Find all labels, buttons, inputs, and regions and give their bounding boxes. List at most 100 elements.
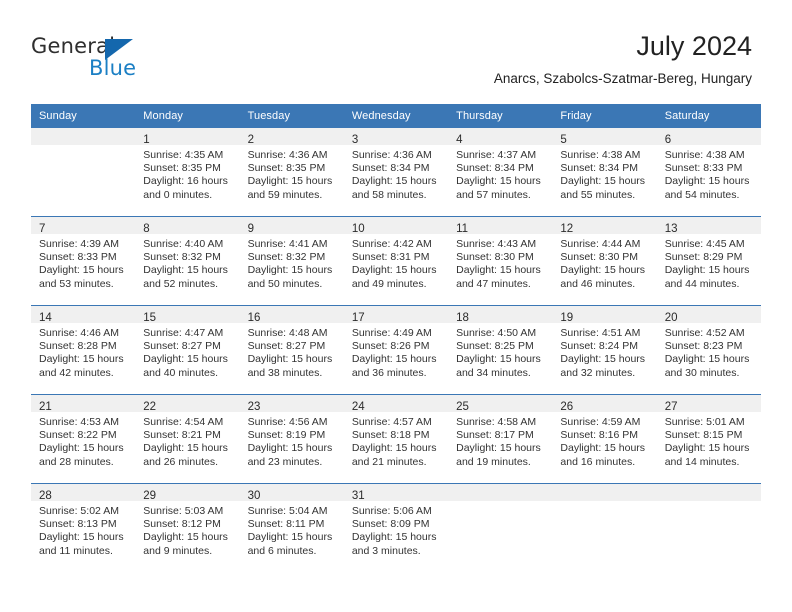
day-details: Sunrise: 4:50 AM Sunset: 8:25 PM Daylight:… <box>448 323 552 380</box>
day-number-band: 11 <box>448 217 553 235</box>
day-details: Sunrise: 5:01 AM Sunset: 8:15 PM Daylight:… <box>657 412 761 469</box>
sunset-text: Sunset: 8:29 PM <box>664 251 743 264</box>
day-cell-inner: 13 Sunrise: 4:45 AM Sunset: 8:29 PM Dayligh… <box>656 217 761 305</box>
day-number-band: 12 <box>552 217 657 235</box>
calendar-day-cell[interactable]: 26 Sunrise: 4:59 AM Sunset: 8:16 PM Dayligh… <box>552 394 657 484</box>
calendar-day-cell[interactable]: 9 Sunrise: 4:41 AM Sunset: 8:32 PM Daylight… <box>239 216 344 306</box>
daylight-text-line1: Daylight: 15 hours <box>560 264 646 277</box>
calendar-day-cell[interactable]: 17 Sunrise: 4:49 AM Sunset: 8:26 PM Dayligh… <box>343 305 449 395</box>
day-number: 14 <box>39 312 52 324</box>
day-cell-inner: 2 Sunrise: 4:36 AM Sunset: 8:35 PM Daylight… <box>239 128 344 216</box>
day-details: Sunrise: 4:59 AM Sunset: 8:16 PM Daylight:… <box>552 412 656 469</box>
day-cell-inner: 18 Sunrise: 4:50 AM Sunset: 8:25 PM Dayligh… <box>448 306 553 394</box>
day-cell-inner: 23 Sunrise: 4:56 AM Sunset: 8:19 PM Dayligh… <box>239 395 344 483</box>
daylight-text-line1: Daylight: 15 hours <box>247 442 333 455</box>
calendar-day-cell[interactable]: 22 Sunrise: 4:54 AM Sunset: 8:21 PM Dayligh… <box>135 394 240 484</box>
sunset-text: Sunset: 8:18 PM <box>351 429 430 442</box>
sunrise-text: Sunrise: 5:03 AM <box>143 505 224 517</box>
daylight-text-line2: and 52 minutes. <box>143 277 218 290</box>
calendar-day-cell[interactable]: 23 Sunrise: 4:56 AM Sunset: 8:19 PM Dayligh… <box>239 394 344 484</box>
sunset-text: Sunset: 8:35 PM <box>247 162 326 175</box>
calendar-day-cell[interactable]: 28 Sunrise: 5:02 AM Sunset: 8:13 PM Dayligh… <box>31 483 136 572</box>
calendar-day-cell[interactable]: 21 Sunrise: 4:53 AM Sunset: 8:22 PM Dayligh… <box>31 394 136 484</box>
day-number: 15 <box>143 312 157 324</box>
calendar-day-cell[interactable]: 11 Sunrise: 4:43 AM Sunset: 8:30 PM Dayligh… <box>448 216 553 306</box>
daylight-text-line1: Daylight: 15 hours <box>456 264 541 277</box>
day-cell-inner: 4 Sunrise: 4:37 AM Sunset: 8:34 PM Daylight… <box>448 128 553 216</box>
day-number: 11 <box>456 223 469 235</box>
daylight-text-line1: Daylight: 15 hours <box>143 531 228 544</box>
day-cell-inner: 24 Sunrise: 4:57 AM Sunset: 8:18 PM Dayligh… <box>343 395 449 483</box>
sunset-text: Sunset: 8:33 PM <box>664 162 743 175</box>
day-cell-inner: 22 Sunrise: 4:54 AM Sunset: 8:21 PM Dayligh… <box>135 395 240 483</box>
page-subtitle: Anarcs, Szabolcs-Szatmar-Bereg, Hungary <box>493 71 752 86</box>
day-number-band <box>448 484 553 501</box>
calendar-day-cell[interactable]: 10 Sunrise: 4:42 AM Sunset: 8:31 PM Dayligh… <box>343 216 449 306</box>
calendar-day-cell[interactable]: 2 Sunrise: 4:36 AM Sunset: 8:35 PM Daylight… <box>239 128 344 217</box>
calendar-day-cell[interactable]: 3 Sunrise: 4:36 AM Sunset: 8:34 PM Daylight… <box>343 128 449 217</box>
calendar-day-cell[interactable]: 12 Sunrise: 4:44 AM Sunset: 8:30 PM Dayligh… <box>552 216 657 306</box>
daylight-text-line1: Daylight: 15 hours <box>456 175 541 188</box>
day-number: 12 <box>560 223 574 235</box>
day-number: 31 <box>351 490 365 502</box>
calendar-day-cell[interactable]: 25 Sunrise: 4:58 AM Sunset: 8:17 PM Dayligh… <box>448 394 553 484</box>
calendar-day-cell[interactable]: 16 Sunrise: 4:48 AM Sunset: 8:27 PM Dayligh… <box>239 305 344 395</box>
sunrise-text: Sunrise: 4:48 AM <box>247 327 328 339</box>
day-number: 10 <box>351 223 365 235</box>
sunrise-text: Sunrise: 4:36 AM <box>247 149 328 161</box>
sunset-text: Sunset: 8:34 PM <box>351 162 430 175</box>
calendar-day-cell[interactable]: 19 Sunrise: 4:51 AM Sunset: 8:24 PM Dayligh… <box>552 305 657 395</box>
sunrise-text: Sunrise: 4:46 AM <box>39 327 119 339</box>
calendar-day-cell[interactable]: 6 Sunrise: 4:38 AM Sunset: 8:33 PM Daylight… <box>656 128 761 217</box>
calendar-day-cell[interactable]: 27 Sunrise: 5:01 AM Sunset: 8:15 PM Dayligh… <box>656 394 761 484</box>
sunset-text: Sunset: 8:32 PM <box>143 251 221 264</box>
daylight-text-line1: Daylight: 15 hours <box>351 531 437 544</box>
day-details: Sunrise: 4:43 AM Sunset: 8:30 PM Daylight:… <box>448 234 552 291</box>
daylight-text-line2: and 36 minutes. <box>351 366 427 379</box>
weekday-header-tuesday: Tuesday <box>239 104 344 128</box>
day-cell-inner <box>31 128 136 216</box>
calendar-day-cell[interactable]: 24 Sunrise: 4:57 AM Sunset: 8:18 PM Dayligh… <box>343 394 449 484</box>
sunset-text: Sunset: 8:24 PM <box>560 340 639 353</box>
day-number-band: 7 <box>31 217 136 235</box>
calendar-day-cell[interactable]: 30 Sunrise: 5:04 AM Sunset: 8:11 PM Dayligh… <box>239 483 344 572</box>
day-details: Sunrise: 4:36 AM Sunset: 8:34 PM Daylight:… <box>344 145 448 202</box>
calendar-day-cell[interactable]: 29 Sunrise: 5:03 AM Sunset: 8:12 PM Dayligh… <box>135 483 240 572</box>
calendar-day-cell[interactable]: 14 Sunrise: 4:46 AM Sunset: 8:28 PM Dayligh… <box>31 305 136 395</box>
day-cell-inner: 5 Sunrise: 4:38 AM Sunset: 8:34 PM Daylight… <box>552 128 657 216</box>
brand-logo[interactable]: General Blue <box>31 34 181 82</box>
day-cell-inner: 15 Sunrise: 4:47 AM Sunset: 8:27 PM Dayligh… <box>135 306 240 394</box>
calendar-day-cell[interactable]: 1 Sunrise: 4:35 AM Sunset: 8:35 PM Daylight… <box>135 128 240 217</box>
day-number-band: 26 <box>552 395 657 413</box>
sunset-text: Sunset: 8:25 PM <box>456 340 534 353</box>
calendar-day-cell[interactable]: 7 Sunrise: 4:39 AM Sunset: 8:33 PM Daylight… <box>31 216 136 306</box>
daylight-text-line1: Daylight: 15 hours <box>247 264 333 277</box>
calendar-day-cell[interactable]: 18 Sunrise: 4:50 AM Sunset: 8:25 PM Dayligh… <box>448 305 553 395</box>
day-details: Sunrise: 4:38 AM Sunset: 8:33 PM Daylight:… <box>657 145 761 202</box>
day-number: 24 <box>351 401 365 413</box>
day-number-band: 19 <box>552 306 657 324</box>
day-details: Sunrise: 4:36 AM Sunset: 8:35 PM Daylight:… <box>240 145 344 202</box>
calendar-day-cell[interactable]: 4 Sunrise: 4:37 AM Sunset: 8:34 PM Daylight… <box>448 128 553 217</box>
day-number: 2 <box>247 134 254 146</box>
calendar-day-cell[interactable]: 31 Sunrise: 5:06 AM Sunset: 8:09 PM Dayligh… <box>343 483 449 572</box>
calendar-day-cell <box>31 128 136 217</box>
calendar-day-cell[interactable]: 20 Sunrise: 4:52 AM Sunset: 8:23 PM Dayligh… <box>656 305 761 395</box>
calendar-day-cell[interactable]: 15 Sunrise: 4:47 AM Sunset: 8:27 PM Dayligh… <box>135 305 240 395</box>
calendar-day-cell[interactable]: 5 Sunrise: 4:38 AM Sunset: 8:34 PM Daylight… <box>552 128 657 217</box>
day-cell-inner: 9 Sunrise: 4:41 AM Sunset: 8:32 PM Daylight… <box>239 217 344 305</box>
day-details: Sunrise: 4:46 AM Sunset: 8:28 PM Daylight:… <box>31 323 135 380</box>
sunset-text: Sunset: 8:13 PM <box>39 518 117 531</box>
day-cell-inner: 19 Sunrise: 4:51 AM Sunset: 8:24 PM Dayligh… <box>552 306 657 394</box>
sunrise-text: Sunrise: 4:38 AM <box>560 149 641 161</box>
day-details: Sunrise: 4:52 AM Sunset: 8:23 PM Daylight:… <box>657 323 761 380</box>
day-number-band: 9 <box>239 217 344 235</box>
calendar-day-cell[interactable]: 8 Sunrise: 4:40 AM Sunset: 8:32 PM Daylight… <box>135 216 240 306</box>
day-cell-inner: 21 Sunrise: 4:53 AM Sunset: 8:22 PM Dayligh… <box>31 395 136 483</box>
day-cell-inner: 8 Sunrise: 4:40 AM Sunset: 8:32 PM Daylight… <box>135 217 240 305</box>
sunrise-text: Sunrise: 4:44 AM <box>560 238 641 250</box>
calendar-day-cell[interactable]: 13 Sunrise: 4:45 AM Sunset: 8:29 PM Dayligh… <box>656 216 761 306</box>
sunset-text: Sunset: 8:27 PM <box>247 340 326 353</box>
sunrise-text: Sunrise: 4:50 AM <box>456 327 537 339</box>
daylight-text-line2: and 11 minutes. <box>39 544 113 557</box>
